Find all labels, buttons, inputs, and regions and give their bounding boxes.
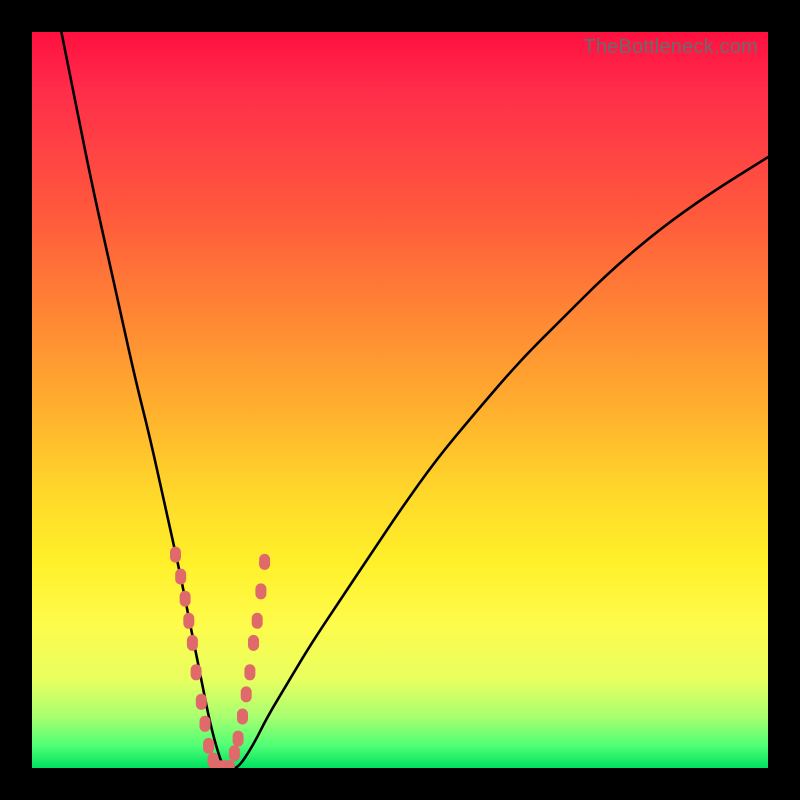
marker-dot [180,591,191,607]
marker-dot [248,635,259,651]
marker-dot [255,583,266,599]
marker-dot [233,731,244,747]
marker-cluster [170,547,270,768]
marker-dot [196,694,207,710]
marker-dot [191,664,202,680]
marker-dot [229,745,240,761]
marker-dot [170,547,181,563]
marker-dot [241,686,252,702]
plot-area: TheBottleneck.com [32,32,768,768]
marker-dot [259,554,270,570]
marker-dot [244,664,255,680]
marker-dot [187,635,198,651]
bottleneck-curve [61,32,768,768]
marker-dot [252,613,263,629]
chart-frame: TheBottleneck.com [0,0,800,800]
marker-dot [200,716,211,732]
marker-dot [175,569,186,585]
curve-layer [32,32,768,768]
marker-dot [183,613,194,629]
marker-dot [237,709,248,725]
marker-dot [203,738,214,754]
